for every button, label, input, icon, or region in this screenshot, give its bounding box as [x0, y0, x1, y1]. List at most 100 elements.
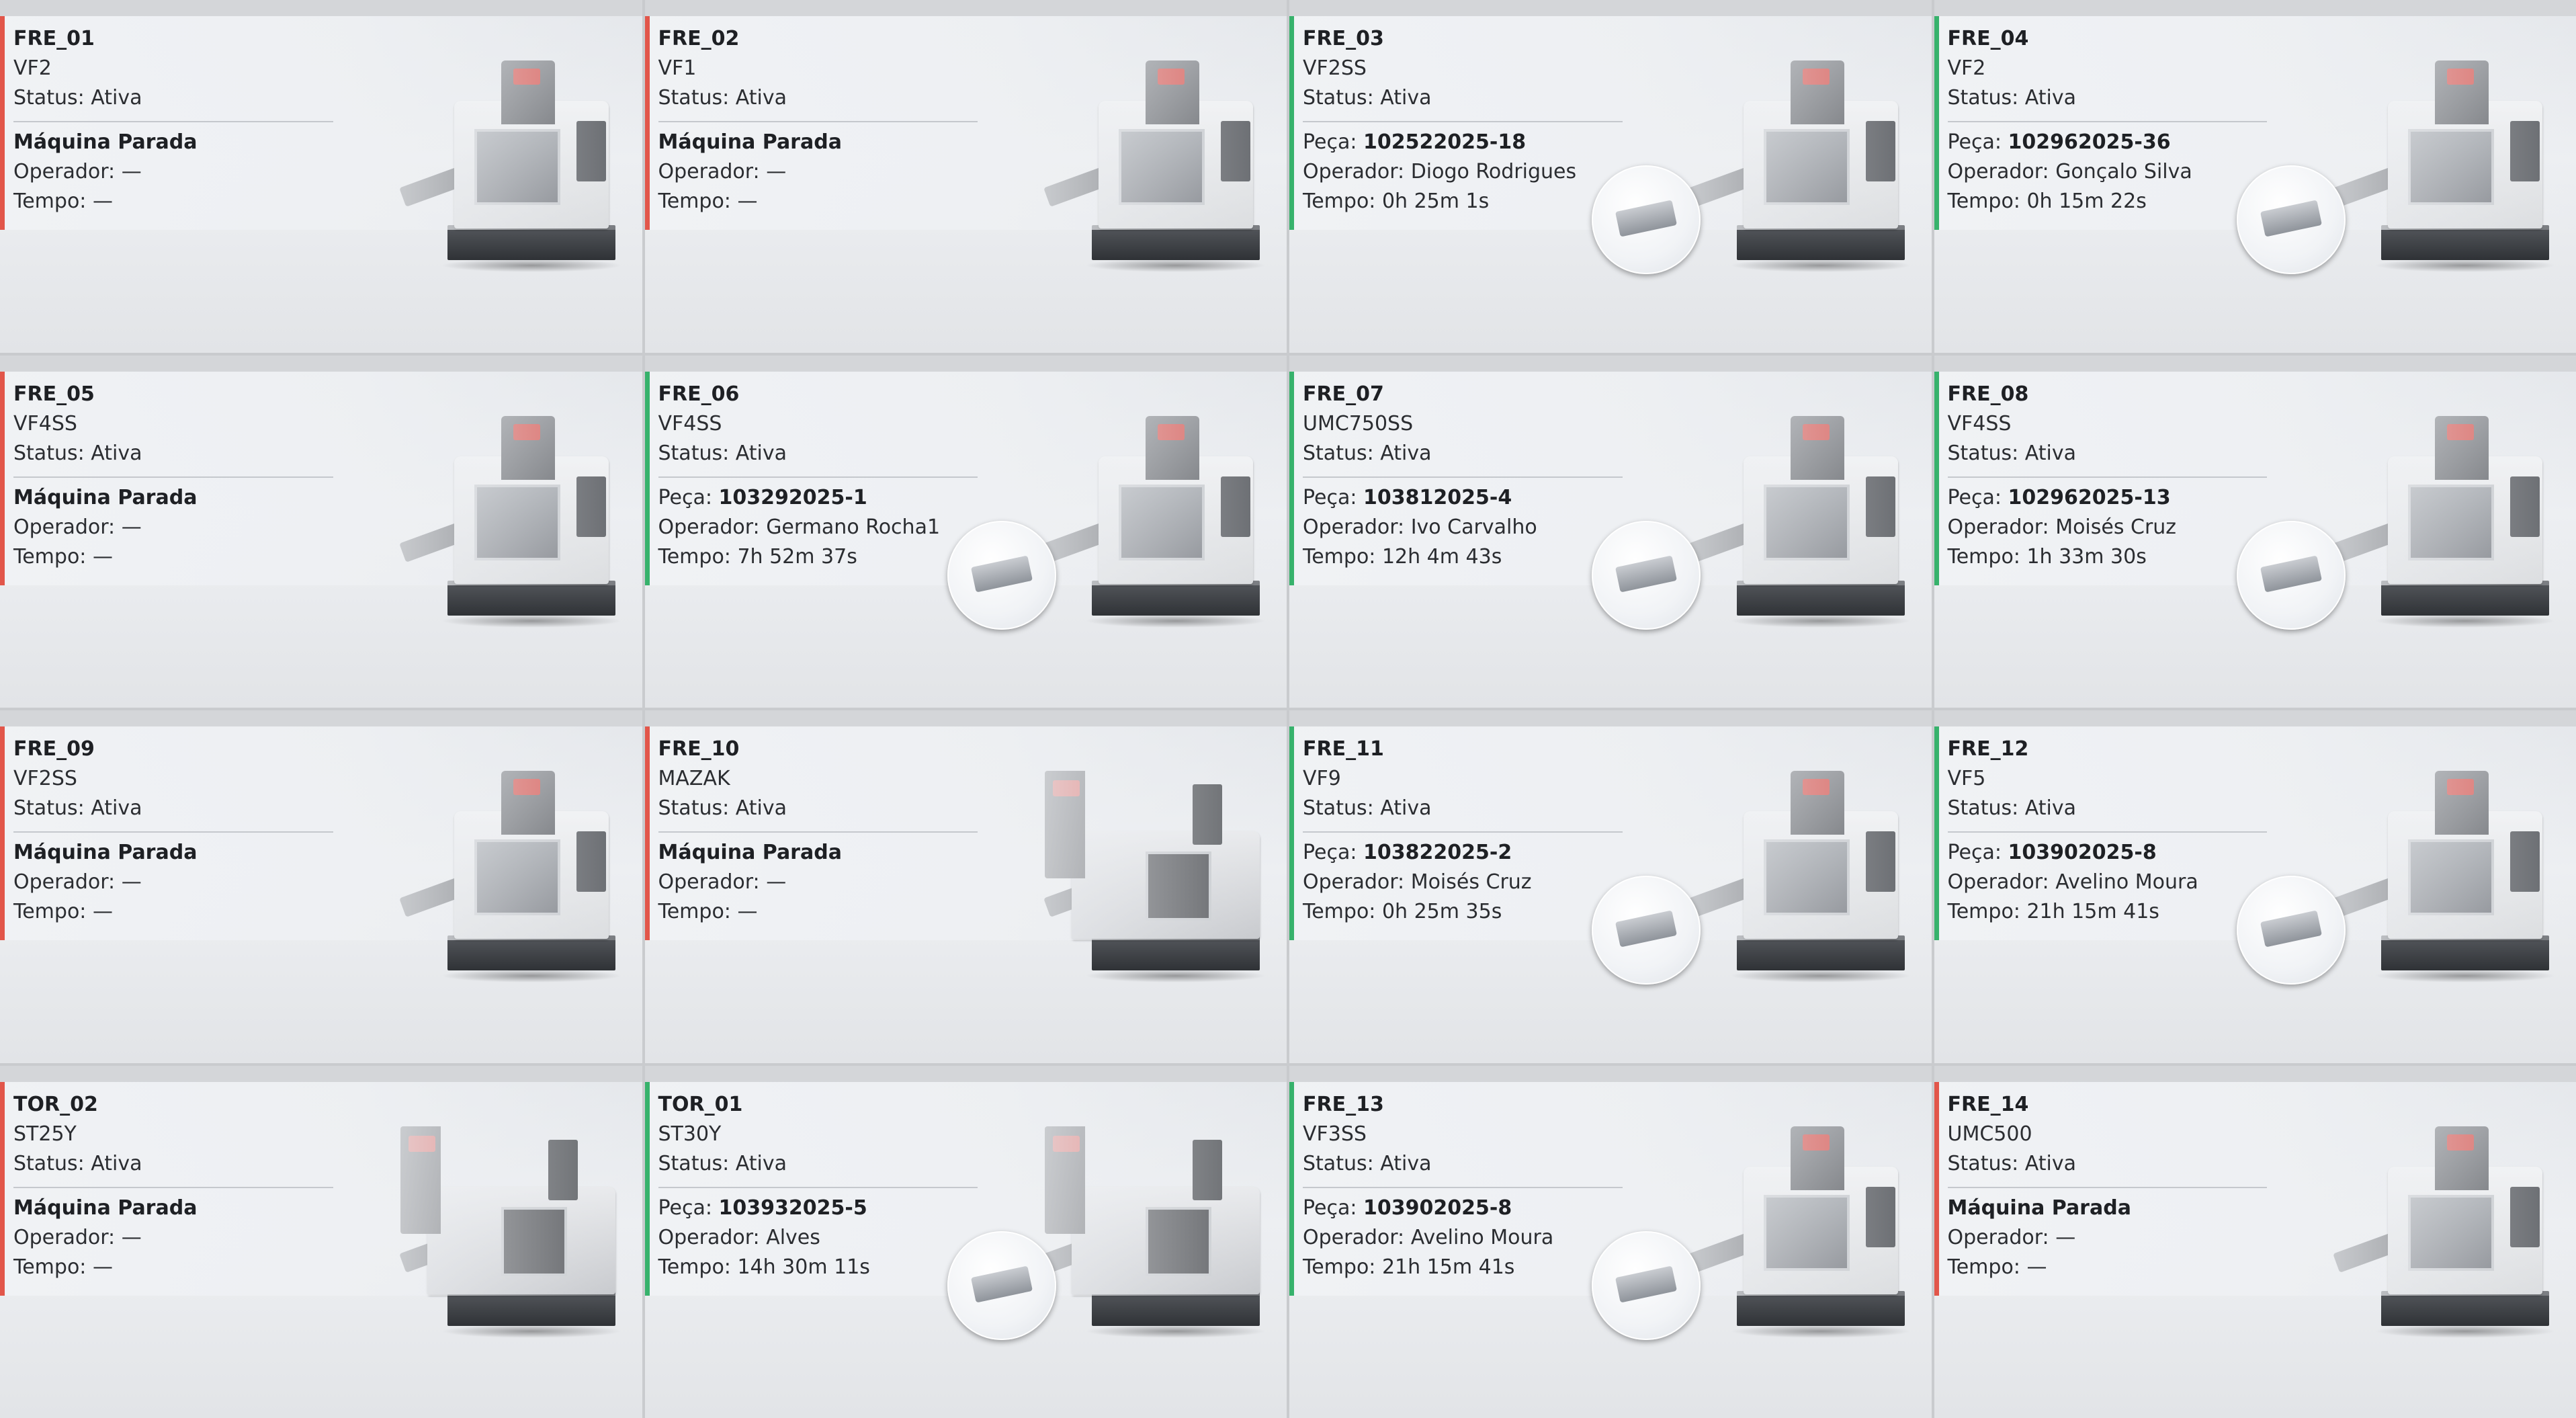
- machine-code: TOR_01: [658, 1092, 743, 1116]
- machine-model: UMC500: [1947, 1122, 2032, 1146]
- machine-info-panel: TOR_02 ST25Y Status: Ativa Máquina Parad…: [0, 1081, 642, 1296]
- card-top-strip: [1934, 0, 2576, 16]
- machine-model: VF4SS: [13, 411, 77, 435]
- machine-card-fre_07[interactable]: FRE_07 UMC750SS Status: Ativa Peça: 1038…: [1289, 355, 1932, 708]
- part-shape-icon: [1615, 554, 1678, 593]
- part-number: Peça: 102962025-36: [1947, 130, 2171, 154]
- machine-status: Status: Ativa: [1947, 1151, 2076, 1175]
- machine-status: Status: Ativa: [1303, 1151, 1432, 1175]
- divider: [13, 1186, 333, 1188]
- machine-code: FRE_05: [13, 382, 95, 406]
- machine-status: Status: Ativa: [658, 86, 787, 110]
- card-top-strip: [0, 710, 642, 726]
- machine-card-fre_01[interactable]: FRE_01 VF2 Status: Ativa Máquina Parada …: [0, 0, 642, 353]
- part-shape-icon: [2260, 910, 2322, 948]
- part-thumbnail[interactable]: [1592, 520, 1701, 630]
- divider: [1303, 476, 1623, 478]
- operator: Operador: —: [658, 160, 787, 183]
- part-thumbnail[interactable]: [1592, 1231, 1701, 1340]
- divider: [1303, 121, 1623, 122]
- operator: Operador: —: [658, 870, 787, 894]
- status-accent-bar: [644, 371, 650, 585]
- part-thumbnail[interactable]: [947, 520, 1056, 630]
- card-top-strip: [644, 710, 1287, 726]
- card-top-strip: [1934, 710, 2576, 726]
- machine-code: FRE_01: [13, 27, 95, 50]
- stopped-label: Máquina Parada: [13, 130, 198, 154]
- part-number: Peça: 102962025-13: [1947, 485, 2171, 509]
- card-top-strip: [1934, 355, 2576, 372]
- status-accent-bar: [644, 16, 650, 230]
- machine-code: FRE_08: [1947, 382, 2029, 406]
- elapsed-time: Tempo: —: [658, 190, 758, 213]
- operator: Operador: —: [13, 870, 142, 894]
- machine-card-fre_12[interactable]: FRE_12 VF5 Status: Ativa Peça: 103902025…: [1934, 710, 2576, 1063]
- status-accent-bar: [1934, 371, 1939, 585]
- machine-model: VF3SS: [1303, 1122, 1367, 1146]
- status-accent-bar: [1289, 16, 1294, 230]
- machine-card-fre_08[interactable]: FRE_08 VF4SS Status: Ativa Peça: 1029620…: [1934, 355, 2576, 708]
- machine-code: TOR_02: [13, 1092, 98, 1116]
- part-thumbnail[interactable]: [947, 1231, 1056, 1340]
- part-shape-icon: [2260, 200, 2322, 237]
- machine-code: FRE_03: [1303, 27, 1384, 50]
- stopped-label: Máquina Parada: [1947, 1196, 2131, 1220]
- status-accent-bar: [1934, 16, 1939, 230]
- machine-status: Status: Ativa: [13, 441, 142, 465]
- part-shape-icon: [970, 554, 1033, 593]
- machine-model: VF2SS: [1303, 56, 1367, 80]
- operator: Operador: —: [13, 515, 142, 539]
- machine-model: VF9: [1303, 767, 1341, 790]
- divider: [658, 831, 978, 833]
- machine-info-panel: FRE_10 MAZAK Status: Ativa Máquina Parad…: [644, 726, 1287, 940]
- status-accent-bar: [1289, 371, 1294, 585]
- machine-card-tor_02[interactable]: TOR_02 ST25Y Status: Ativa Máquina Parad…: [0, 1065, 642, 1418]
- machine-code: FRE_02: [658, 27, 740, 50]
- card-top-strip: [644, 355, 1287, 372]
- machine-status: Status: Ativa: [1947, 796, 2076, 820]
- machine-status: Status: Ativa: [658, 1151, 787, 1175]
- stopped-label: Máquina Parada: [658, 130, 842, 154]
- machine-code: FRE_10: [658, 737, 740, 761]
- machine-card-fre_05[interactable]: FRE_05 VF4SS Status: Ativa Máquina Parad…: [0, 355, 642, 708]
- machine-grid: FRE_01 VF2 Status: Ativa Máquina Parada …: [0, 0, 2576, 1418]
- status-accent-bar: [1289, 726, 1294, 940]
- divider: [658, 1186, 978, 1188]
- part-number: Peça: 103902025-8: [1947, 841, 2157, 864]
- machine-card-fre_11[interactable]: FRE_11 VF9 Status: Ativa Peça: 103822025…: [1289, 710, 1932, 1063]
- machine-card-fre_13[interactable]: FRE_13 VF3SS Status: Ativa Peça: 1039020…: [1289, 1065, 1932, 1418]
- part-shape-icon: [1615, 910, 1678, 948]
- machine-code: FRE_09: [13, 737, 95, 761]
- machine-info-panel: FRE_01 VF2 Status: Ativa Máquina Parada …: [0, 16, 642, 230]
- machine-status: Status: Ativa: [13, 796, 142, 820]
- part-number: Peça: 103812025-4: [1303, 485, 1512, 509]
- part-thumbnail[interactable]: [2236, 520, 2346, 630]
- status-accent-bar: [0, 1081, 5, 1296]
- machine-card-fre_02[interactable]: FRE_02 VF1 Status: Ativa Máquina Parada …: [644, 0, 1287, 353]
- machine-card-fre_04[interactable]: FRE_04 VF2 Status: Ativa Peça: 102962025…: [1934, 0, 2576, 353]
- machine-card-tor_01[interactable]: TOR_01 ST30Y Status: Ativa Peça: 1039320…: [644, 1065, 1287, 1418]
- elapsed-time: Tempo: —: [1947, 1255, 2047, 1279]
- divider: [13, 121, 333, 122]
- machine-code: FRE_06: [658, 382, 740, 406]
- part-thumbnail[interactable]: [1592, 876, 1701, 985]
- status-accent-bar: [1934, 726, 1939, 940]
- elapsed-time: Tempo: —: [13, 1255, 113, 1279]
- machine-status: Status: Ativa: [1947, 86, 2076, 110]
- part-thumbnail[interactable]: [1592, 165, 1701, 274]
- machine-status: Status: Ativa: [1303, 86, 1432, 110]
- card-top-strip: [0, 1065, 642, 1082]
- card-top-strip: [1934, 1065, 2576, 1082]
- stopped-label: Máquina Parada: [13, 841, 198, 864]
- part-thumbnail[interactable]: [2236, 876, 2346, 985]
- machine-card-fre_06[interactable]: FRE_06 VF4SS Status: Ativa Peça: 1032920…: [644, 355, 1287, 708]
- card-top-strip: [644, 1065, 1287, 1082]
- machine-status: Status: Ativa: [658, 796, 787, 820]
- machine-info-panel: FRE_02 VF1 Status: Ativa Máquina Parada …: [644, 16, 1287, 230]
- machine-card-fre_03[interactable]: FRE_03 VF2SS Status: Ativa Peça: 1025220…: [1289, 0, 1932, 353]
- machine-card-fre_10[interactable]: FRE_10 MAZAK Status: Ativa Máquina Parad…: [644, 710, 1287, 1063]
- machine-info-panel: FRE_09 VF2SS Status: Ativa Máquina Parad…: [0, 726, 642, 940]
- machine-card-fre_09[interactable]: FRE_09 VF2SS Status: Ativa Máquina Parad…: [0, 710, 642, 1063]
- part-thumbnail[interactable]: [2236, 165, 2346, 274]
- machine-card-fre_14[interactable]: FRE_14 UMC500 Status: Ativa Máquina Para…: [1934, 1065, 2576, 1418]
